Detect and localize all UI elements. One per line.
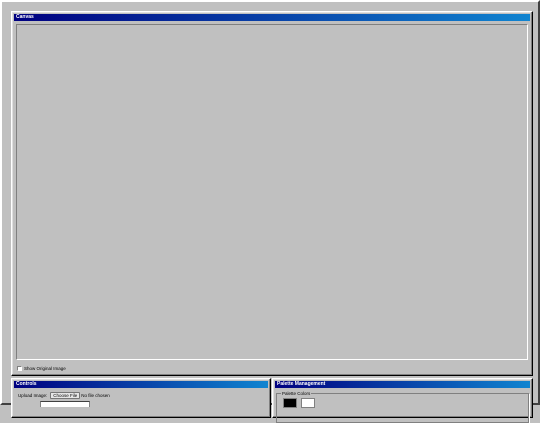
upload-label: Upload Image: [18, 392, 48, 398]
controls-title: Controls [14, 381, 268, 388]
upload-row: Upload Image: Choose File No file chosen [18, 391, 110, 399]
choose-file-button[interactable]: Choose File [50, 391, 81, 399]
file-status: No file chosen [81, 392, 110, 398]
palette-colors-legend: Palette Colors [281, 391, 312, 396]
canvas-title: Canvas [14, 14, 530, 21]
show-original-checkbox[interactable] [17, 366, 22, 371]
palette-title: Palette Management [275, 381, 530, 388]
white-swatch[interactable] [301, 398, 315, 408]
canvas-window: Canvas Show Original Image [11, 11, 533, 376]
app-frame: Canvas Show Original Image Controls Uplo… [0, 0, 540, 423]
palette-colors-group: Palette Colors [276, 391, 529, 423]
controls-window: Controls Upload Image: Choose File No fi… [11, 378, 271, 418]
show-original-row: Show Original Image [17, 365, 66, 372]
black-swatch[interactable] [283, 398, 297, 408]
show-original-label: Show Original Image [24, 366, 66, 371]
palette-window: Palette Management Palette Colors [272, 378, 533, 423]
canvas-area[interactable] [16, 24, 528, 360]
controls-select[interactable] [40, 401, 90, 407]
